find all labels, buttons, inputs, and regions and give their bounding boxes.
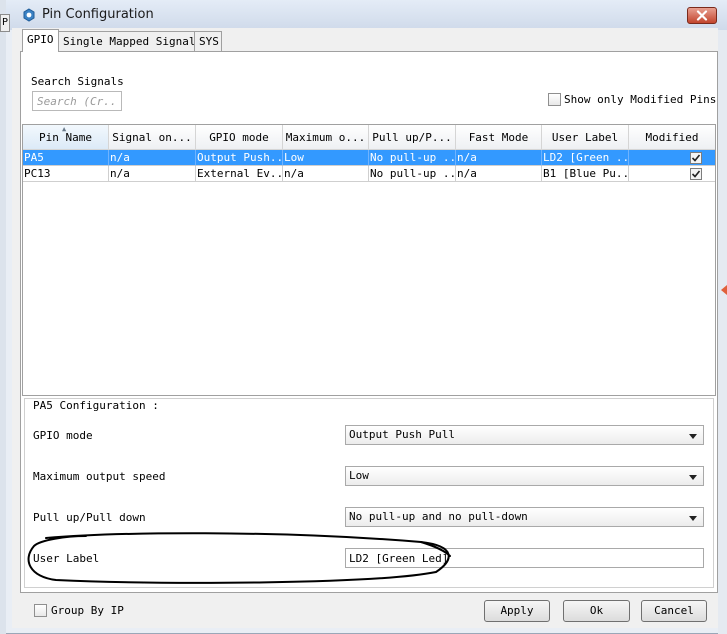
cell-modified [629, 150, 715, 166]
background-window-fragment: P [0, 14, 10, 32]
cell-max-speed: Low [283, 150, 369, 166]
tab-single-mapped-signals[interactable]: Single Mapped Signals [58, 31, 202, 51]
table-row[interactable]: PA5 n/a Output Push... Low No pull-up ..… [23, 150, 715, 166]
cell-modified [629, 166, 715, 182]
hand-drawn-ellipse-annotation [27, 532, 451, 584]
cell-user-label: B1 [Blue Pu... [542, 166, 629, 182]
pin-config-title: PA5 Configuration : [31, 399, 161, 412]
close-button[interactable] [687, 7, 717, 24]
max-speed-select[interactable]: Low [345, 466, 704, 486]
search-signals-label: Search Signals [31, 75, 124, 88]
pull-select[interactable]: No pull-up and no pull-down [345, 507, 704, 527]
cell-gpio-mode: External Ev... [196, 166, 283, 182]
group-by-ip-label: Group By IP [51, 604, 124, 617]
gpio-mode-label: GPIO mode [33, 429, 93, 442]
column-header-user-label[interactable]: User Label [542, 125, 629, 149]
gpio-mode-select[interactable]: Output Push Pull [345, 425, 704, 445]
left-window-edge [0, 0, 6, 634]
cell-fast-mode: n/a [456, 166, 542, 182]
modified-checkbox[interactable] [690, 168, 702, 180]
checkmark-icon [691, 170, 701, 178]
sort-ascending-icon: ▲ [62, 125, 67, 133]
table-header: Pin Name Signal on... GPIO mode Maximum … [23, 125, 715, 150]
chevron-down-icon [689, 475, 697, 480]
right-window-edge [718, 30, 727, 634]
column-header-fast-mode[interactable]: Fast Mode [456, 125, 542, 149]
column-header-pull[interactable]: Pull up/P... [369, 125, 456, 149]
column-header-signal[interactable]: Signal on... [109, 125, 196, 149]
cell-signal: n/a [109, 150, 196, 166]
apply-button[interactable]: Apply [484, 600, 550, 622]
chevron-down-icon [689, 434, 697, 439]
table-row[interactable]: PC13 n/a External Ev... n/a No pull-up .… [23, 166, 715, 182]
chevron-down-icon [689, 516, 697, 521]
window-title: Pin Configuration [42, 7, 154, 22]
modified-checkbox[interactable] [690, 152, 702, 164]
pull-label: Pull up/Pull down [33, 511, 146, 524]
cell-signal: n/a [109, 166, 196, 182]
background-window-mark [721, 285, 727, 295]
cancel-button[interactable]: Cancel [641, 600, 707, 622]
cell-pin-name: PC13 [23, 166, 109, 182]
column-header-modified[interactable]: Modified [629, 125, 715, 149]
close-icon [696, 10, 708, 21]
gpio-mode-value: Output Push Pull [349, 428, 455, 441]
cell-user-label: LD2 [Green ... [542, 150, 629, 166]
checkmark-icon [691, 154, 701, 162]
cell-max-speed: n/a [283, 166, 369, 182]
tab-gpio[interactable]: GPIO [22, 29, 59, 52]
group-by-ip-checkbox[interactable] [34, 604, 47, 617]
max-speed-value: Low [349, 469, 369, 482]
pull-value: No pull-up and no pull-down [349, 510, 528, 523]
cell-pull: No pull-up ... [369, 150, 456, 166]
show-modified-checkbox[interactable] [548, 93, 561, 106]
cell-fast-mode: n/a [456, 150, 542, 166]
app-gear-icon [23, 8, 35, 22]
cell-pin-name: PA5 [23, 150, 109, 166]
cell-pull: No pull-up ... [369, 166, 456, 182]
search-input[interactable] [32, 91, 122, 111]
tab-sys[interactable]: SYS [194, 31, 222, 51]
column-header-max-speed[interactable]: Maximum o... [283, 125, 369, 149]
show-modified-label: Show only Modified Pins [564, 93, 717, 106]
column-header-gpio-mode[interactable]: GPIO mode [196, 125, 283, 149]
max-speed-label: Maximum output speed [33, 470, 166, 483]
ok-button[interactable]: Ok [563, 600, 630, 622]
cell-gpio-mode: Output Push... [196, 150, 283, 166]
